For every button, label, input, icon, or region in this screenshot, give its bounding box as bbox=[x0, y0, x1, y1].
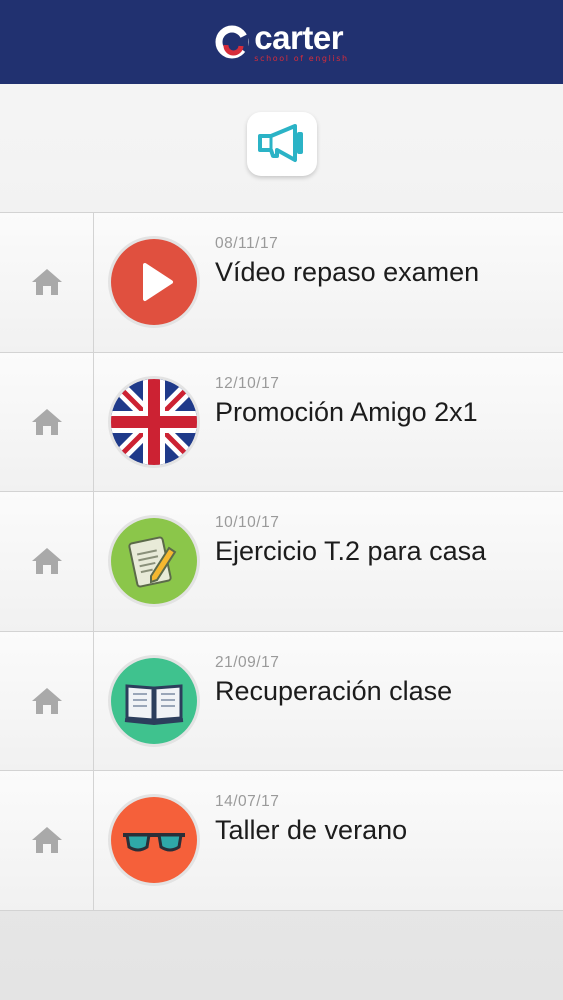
home-icon bbox=[31, 269, 62, 296]
item-date: 10/10/17 bbox=[215, 514, 280, 531]
item-title: Vídeo repaso examen bbox=[215, 257, 480, 287]
home-icon bbox=[31, 827, 62, 854]
item-content[interactable]: 12/10/17 Promoción Amigo 2x1 bbox=[94, 353, 563, 492]
announcements-banner bbox=[0, 84, 563, 212]
item-date: 08/11/17 bbox=[215, 235, 279, 252]
home-icon bbox=[31, 548, 62, 575]
list-item[interactable]: 12/10/17 Promoción Amigo 2x1 bbox=[0, 352, 563, 492]
document-pencil-icon bbox=[111, 518, 197, 605]
item-avatar bbox=[108, 236, 200, 329]
carter-logo: carter school of english bbox=[214, 21, 348, 63]
logo-mark-icon bbox=[214, 24, 250, 60]
home-button[interactable] bbox=[0, 631, 94, 770]
item-title: Recuperación clase bbox=[215, 675, 453, 706]
logo-tagline: school of english bbox=[254, 54, 349, 63]
megaphone-icon bbox=[246, 112, 317, 176]
play-icon bbox=[111, 239, 197, 326]
item-content[interactable]: 14/07/17 Taller de verano bbox=[94, 771, 563, 910]
item-avatar bbox=[108, 794, 200, 887]
sunglasses-icon bbox=[111, 797, 197, 884]
item-title: Promoción Amigo 2x1 bbox=[215, 396, 478, 427]
book-icon bbox=[111, 657, 197, 744]
logo-wordmark: carter bbox=[254, 19, 344, 56]
item-content[interactable]: 21/09/17 Recuperación clase bbox=[94, 632, 563, 771]
item-content[interactable]: 10/10/17 Ejercicio T.2 para casa bbox=[94, 492, 563, 631]
list-item[interactable]: 10/10/17 Ejercicio T.2 para casa bbox=[0, 492, 563, 632]
item-date: 12/10/17 bbox=[215, 374, 280, 392]
item-avatar bbox=[108, 654, 200, 747]
item-title: Taller de verano bbox=[215, 815, 408, 845]
item-date: 14/07/17 bbox=[215, 793, 280, 810]
home-button[interactable] bbox=[0, 771, 94, 910]
list-item[interactable]: 14/07/17 Taller de verano bbox=[0, 771, 563, 911]
home-icon bbox=[31, 408, 62, 435]
item-content[interactable]: 08/11/17 Vídeo repaso examen bbox=[94, 213, 563, 352]
news-list: 08/11/17 Vídeo repaso examen 12/10/17 Pr… bbox=[0, 212, 563, 911]
app-header: carter school of english bbox=[0, 0, 563, 84]
home-button[interactable] bbox=[0, 492, 94, 631]
item-date: 21/09/17 bbox=[215, 653, 280, 671]
item-avatar bbox=[108, 375, 200, 468]
list-item[interactable]: 08/11/17 Vídeo repaso examen bbox=[0, 213, 563, 353]
home-button[interactable] bbox=[0, 213, 94, 352]
uk-flag-icon bbox=[111, 378, 197, 465]
home-icon bbox=[31, 687, 62, 714]
item-avatar bbox=[108, 515, 200, 608]
item-title: Ejercicio T.2 para casa bbox=[215, 536, 487, 566]
home-button[interactable] bbox=[0, 352, 94, 491]
list-item[interactable]: 21/09/17 Recuperación clase bbox=[0, 631, 563, 771]
